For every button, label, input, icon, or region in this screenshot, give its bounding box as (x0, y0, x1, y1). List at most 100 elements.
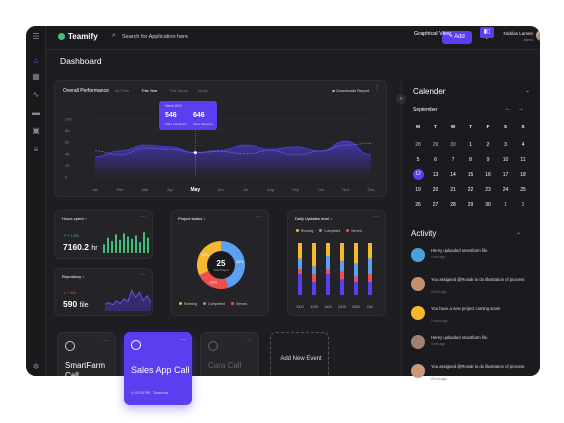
chat-icon[interactable]: ≡ (31, 145, 41, 155)
activity-text: Henry uploaded smartfarm file. (431, 248, 489, 253)
event-card-cara[interactable]: ··· Cara Call (200, 332, 259, 376)
bar-segment (326, 256, 330, 269)
x-tick-label: Nov (342, 187, 349, 192)
more-icon[interactable]: ··· (140, 272, 146, 278)
calendar-day[interactable]: 26 (410, 202, 426, 208)
next-month-button[interactable]: → (518, 106, 524, 112)
activity-time: 2 hours ago (431, 319, 448, 323)
activity-avatar (411, 335, 425, 349)
calendar-day[interactable]: 2 (480, 142, 496, 148)
calendar-icon[interactable]: ▦ (31, 72, 41, 82)
calendar-day[interactable]: 19 (410, 187, 426, 193)
bar-segment (312, 282, 316, 295)
bar-segment (326, 269, 330, 275)
more-icon[interactable]: ··· (140, 214, 146, 220)
event-card-smartfarm[interactable]: ··· SmartFarm Call (57, 332, 116, 377)
bar-label: 11/0 (296, 304, 304, 309)
event-title: SmartFarm Call (65, 361, 105, 377)
menu-icon[interactable]: ☰ (31, 32, 41, 42)
activity-title: Activity (411, 229, 437, 238)
calendar-day[interactable]: 21 (445, 187, 461, 193)
calendar-day[interactable]: 22 (463, 187, 479, 193)
donut-slice-label: 32% (201, 253, 209, 257)
search-input[interactable] (122, 31, 272, 43)
activity-text: Henry uploaded smartfarm file. (431, 335, 489, 340)
avatar[interactable] (536, 30, 540, 41)
more-icon[interactable]: ··· (103, 338, 109, 344)
calendar-day[interactable]: 10 (498, 157, 514, 163)
calendar-day[interactable]: 30 (480, 202, 496, 208)
repo-unit: file (79, 302, 89, 309)
graph-view-button[interactable]: ▮▯ (480, 27, 494, 38)
bar-segment (340, 271, 344, 280)
home-icon[interactable]: ⌂ (31, 56, 41, 66)
calendar-day[interactable]: 23 (480, 187, 496, 193)
calendar-day[interactable]: 1 (463, 142, 479, 148)
legend-label: Completed (208, 302, 225, 306)
bar-segment (354, 263, 358, 277)
calendar-day[interactable]: 11 (515, 157, 531, 163)
calendar-day[interactable]: 28 (445, 202, 461, 208)
calendar-day[interactable]: 16 (480, 172, 496, 178)
calendar-day[interactable]: 20 (428, 187, 444, 193)
event-card-sales[interactable]: ··· Sales App Call ◷ 02:00 PM Tomorrow (124, 332, 192, 405)
calendar-day[interactable]: 3 (498, 142, 514, 148)
clock-icon (208, 341, 218, 351)
calendar-day[interactable]: 1 (498, 202, 514, 208)
add-event-button[interactable]: Add New Event (270, 332, 329, 376)
graphical-view-label: Graphical View (414, 31, 451, 37)
folder-icon[interactable]: ▬ (31, 108, 41, 118)
more-icon[interactable]: ··· (180, 337, 186, 343)
chevron-down-icon[interactable]: ⌄ (516, 229, 521, 236)
x-tick-label: Apr (167, 187, 174, 192)
calendar-day[interactable]: 30 (445, 142, 461, 148)
event-day: Tomorrow (152, 391, 169, 395)
calendar-day[interactable]: 28 (410, 142, 426, 148)
calendar-day[interactable]: 4 (515, 142, 531, 148)
calendar-month: September (413, 107, 438, 113)
calendar-day[interactable]: 15 (463, 172, 479, 178)
hours-bar (135, 235, 137, 253)
tooltip-label-assigned: Tasks Assigned (193, 122, 213, 126)
day-of-week: M (416, 124, 420, 129)
calendar-day[interactable]: 18 (515, 172, 531, 178)
calendar-day[interactable]: 24 (498, 187, 514, 193)
bar-label: 04/ (367, 304, 373, 309)
calendar-day[interactable]: 13 (428, 172, 444, 178)
calendar-day[interactable]: 17 (498, 172, 514, 178)
calendar-day[interactable]: 14 (445, 172, 461, 178)
calendar-day[interactable]: 12 (412, 169, 424, 180)
tooltip-date: March 2019 (165, 104, 182, 108)
activity-avatar (411, 277, 425, 291)
calendar-day[interactable]: 8 (463, 157, 479, 163)
calendar-day[interactable]: 5 (410, 157, 426, 163)
calendar-day[interactable]: 29 (463, 202, 479, 208)
legend-dot (230, 302, 234, 305)
bar-segment (312, 266, 316, 275)
activity-icon[interactable]: ∿ (31, 90, 41, 100)
calendar-day[interactable]: 7 (445, 157, 461, 163)
bar-label: 12/0 (310, 304, 319, 309)
more-icon[interactable]: ··· (246, 338, 252, 344)
legend-item: Running (179, 302, 197, 306)
expand-arrow-icon[interactable]: › (396, 94, 406, 104)
calendar-day[interactable]: 25 (515, 187, 531, 193)
x-tick-label: Jun (217, 187, 223, 192)
calendar-day[interactable]: 9 (480, 157, 496, 163)
calendar-day[interactable]: 2 (515, 202, 531, 208)
calendar-day[interactable]: 27 (428, 202, 444, 208)
activity-avatar (411, 364, 425, 378)
repo-wave-chart (105, 289, 151, 311)
day-of-week: S (521, 124, 525, 129)
activity-text: You assigned @Ronak to do illustration o… (431, 277, 525, 282)
x-tick-label: Mar (142, 187, 150, 192)
user-name[interactable]: Nicklas Larsen admin (501, 31, 533, 43)
calendar-day[interactable]: 6 (428, 157, 444, 163)
date-icon[interactable]: ▣ (31, 126, 41, 136)
donut-slice-label: 23% (210, 281, 218, 285)
calendar-day[interactable]: 29 (428, 142, 444, 148)
gear-icon[interactable]: ✲ (31, 362, 41, 372)
prev-month-button[interactable]: ← (505, 106, 511, 112)
chevron-down-icon[interactable]: ⌄ (525, 87, 530, 94)
tooltip-value-assigned: 646 (193, 112, 205, 119)
